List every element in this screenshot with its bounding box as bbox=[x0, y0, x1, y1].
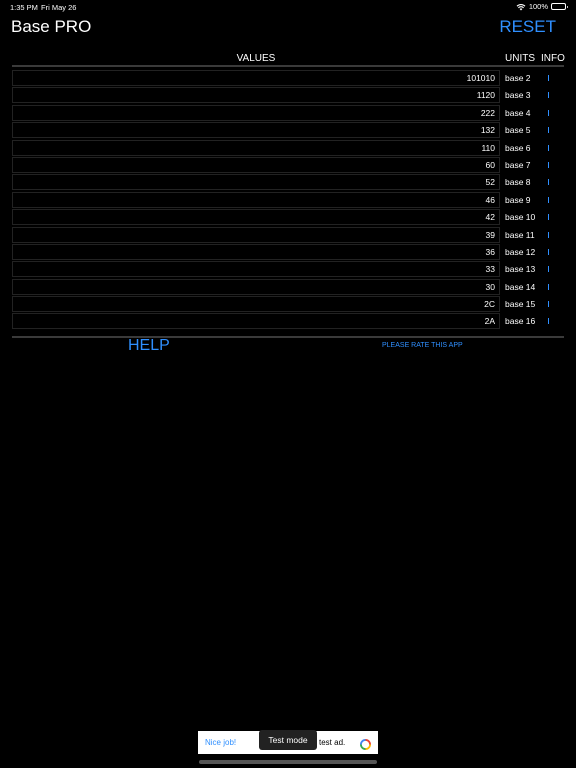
table-row: 2C base 15 bbox=[12, 296, 564, 313]
value-input[interactable]: 46 bbox=[12, 191, 500, 208]
table-row: 33 base 13 bbox=[12, 261, 564, 278]
value-input[interactable]: 101010 bbox=[12, 70, 500, 86]
info-icon[interactable] bbox=[548, 144, 549, 151]
value-input[interactable]: 1120 bbox=[12, 87, 500, 104]
status-bar: 1:35 PM Fri May 26 100% bbox=[0, 0, 576, 14]
unit-label: base 10 bbox=[505, 212, 536, 223]
info-icon[interactable] bbox=[548, 283, 549, 290]
value-input[interactable]: 30 bbox=[12, 278, 500, 295]
value-input[interactable]: 39 bbox=[12, 226, 500, 243]
table-row: 222 base 4 bbox=[12, 104, 564, 122]
rate-app-link[interactable]: PLEASE RATE THIS APP bbox=[382, 342, 463, 349]
unit-label: base 15 bbox=[505, 299, 536, 310]
value-input[interactable]: 52 bbox=[12, 174, 500, 191]
unit-label: base 16 bbox=[505, 316, 536, 327]
value-input[interactable]: 42 bbox=[12, 209, 500, 226]
status-date: Fri May 26 bbox=[41, 3, 77, 12]
table-row: 1120 base 3 bbox=[12, 87, 564, 104]
wifi-icon bbox=[516, 3, 526, 11]
table-row: 42 base 10 bbox=[12, 209, 564, 226]
battery-icon bbox=[551, 3, 568, 10]
app-title: Base PRO bbox=[11, 17, 92, 36]
value-input[interactable]: 60 bbox=[12, 156, 500, 173]
unit-label: base 14 bbox=[505, 281, 536, 292]
info-icon[interactable] bbox=[548, 231, 549, 238]
unit-label: base 13 bbox=[505, 264, 536, 275]
unit-label: base 7 bbox=[505, 159, 531, 170]
unit-label: base 11 bbox=[505, 229, 535, 240]
table-row: 36 base 12 bbox=[12, 243, 564, 261]
table-row: 52 base 8 bbox=[12, 174, 564, 191]
battery-percent: 100% bbox=[528, 2, 548, 11]
unit-label: base 4 bbox=[505, 107, 531, 118]
info-icon[interactable] bbox=[548, 214, 549, 221]
info-icon[interactable] bbox=[548, 196, 549, 203]
value-input[interactable]: 132 bbox=[12, 122, 500, 139]
unit-label: base 9 bbox=[505, 194, 531, 205]
table-row: 132 base 5 bbox=[12, 122, 564, 139]
info-icon[interactable] bbox=[548, 127, 549, 134]
info-icon[interactable] bbox=[548, 109, 549, 116]
test-mode-toast: Test mode bbox=[259, 730, 317, 750]
table-row: 60 base 7 bbox=[12, 156, 564, 174]
info-icon[interactable] bbox=[548, 318, 549, 325]
unit-label: base 2 bbox=[505, 73, 531, 83]
table-row: 110 base 6 bbox=[12, 139, 564, 157]
info-icon[interactable] bbox=[548, 161, 549, 168]
ad-logo-icon bbox=[360, 737, 371, 750]
value-input[interactable]: 36 bbox=[12, 243, 500, 260]
info-icon[interactable] bbox=[548, 179, 549, 186]
info-icon[interactable] bbox=[548, 75, 549, 81]
value-input[interactable]: 222 bbox=[12, 104, 500, 121]
unit-label: base 5 bbox=[505, 125, 531, 136]
top-separator bbox=[12, 65, 564, 67]
reset-button[interactable]: RESET bbox=[499, 17, 556, 37]
info-icon[interactable] bbox=[548, 248, 549, 255]
ad-text-right: test ad. bbox=[319, 738, 346, 747]
bottom-separator bbox=[12, 336, 564, 338]
unit-label: base 8 bbox=[505, 177, 531, 188]
header-info: INFO bbox=[541, 53, 565, 64]
table-row: 46 base 9 bbox=[12, 191, 564, 209]
value-input[interactable]: 110 bbox=[12, 139, 500, 156]
home-indicator[interactable] bbox=[199, 760, 377, 764]
column-headers: VALUES UNITS INFO bbox=[12, 53, 565, 65]
value-input[interactable]: 2A bbox=[12, 313, 500, 330]
info-icon[interactable] bbox=[548, 92, 549, 99]
header-units: UNITS bbox=[505, 53, 535, 64]
status-time: 1:35 PM bbox=[10, 3, 38, 12]
unit-label: base 3 bbox=[505, 90, 531, 101]
info-icon[interactable] bbox=[548, 301, 549, 308]
table-row: 39 base 11 bbox=[12, 226, 564, 244]
table-row: 101010 base 2 bbox=[12, 70, 564, 87]
ad-text-left: Nice job! bbox=[205, 738, 237, 747]
value-input[interactable]: 2C bbox=[12, 296, 500, 313]
table-row: 2A base 16 bbox=[12, 313, 564, 330]
value-input[interactable]: 33 bbox=[12, 261, 500, 278]
help-button[interactable]: HELP bbox=[128, 337, 170, 355]
unit-label: base 12 bbox=[505, 246, 536, 257]
status-right: 100% bbox=[516, 2, 568, 11]
info-icon[interactable] bbox=[548, 266, 549, 273]
conversion-table: 101010 base 2 1120 base 3 222 base 4 132 base 5… bbox=[12, 70, 564, 331]
unit-label: base 6 bbox=[505, 142, 531, 153]
header-values: VALUES bbox=[236, 53, 276, 64]
table-row: 30 base 14 bbox=[12, 278, 564, 296]
